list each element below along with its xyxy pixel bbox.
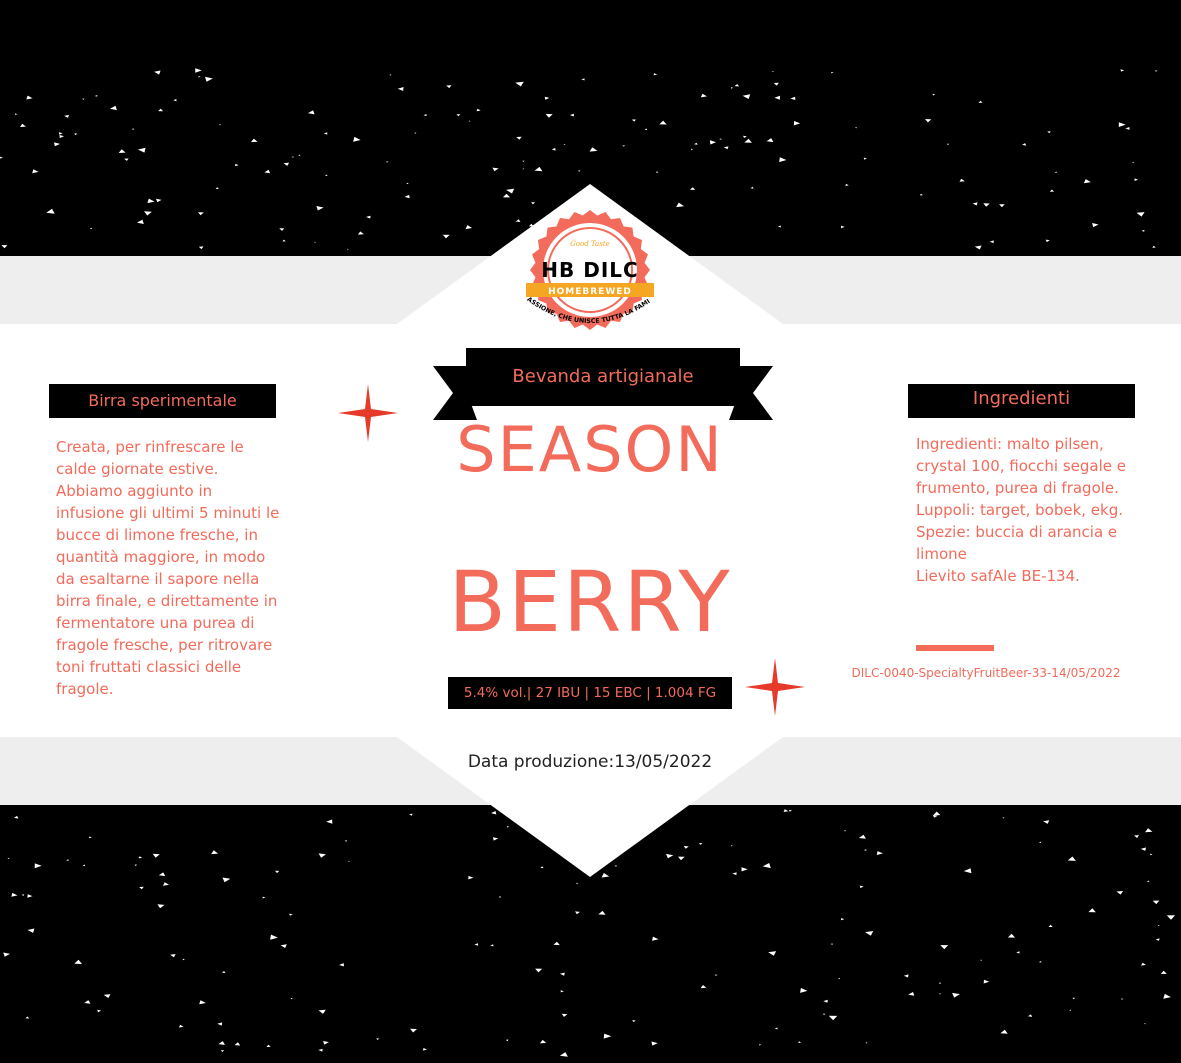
sparkle-icon xyxy=(745,658,805,716)
left-panel-title-text: Birra sperimentale xyxy=(88,391,237,410)
logo-brand: HB DILC xyxy=(541,258,638,282)
accent-divider xyxy=(916,645,994,651)
production-date: Data produzione:13/05/2022 xyxy=(467,752,713,772)
right-panel-body: Ingredienti: malto pilsen, crystal 100, … xyxy=(916,435,1126,585)
title-line-2: BERRY xyxy=(448,553,732,651)
right-panel-title: Ingredienti xyxy=(908,384,1135,418)
stats-box: 5.4% vol.| 27 IBU | 15 EBC | 1.004 FG xyxy=(448,677,732,709)
logo-tagline: Good Taste xyxy=(570,240,610,248)
stats-text: 5.4% vol.| 27 IBU | 15 EBC | 1.004 FG xyxy=(463,685,717,701)
batch-code: DILC-0040-SpecialtyFruitBeer-33-14/05/20… xyxy=(851,666,1121,680)
left-panel-body: Creata, per rinfrescare le calde giornat… xyxy=(56,438,280,698)
logo-ribbon: HOMEBREWED xyxy=(548,287,632,297)
logo: Good Taste HB DILC HOMEBREWED UNA PASSIO… xyxy=(517,200,660,345)
title-line-1: SEASON xyxy=(456,413,724,486)
banner-label: Bevanda artigianale xyxy=(512,366,694,387)
right-panel-title-text: Ingredienti xyxy=(972,388,1071,409)
sparkle-icon xyxy=(338,384,398,442)
left-panel-title: Birra sperimentale xyxy=(49,384,276,418)
